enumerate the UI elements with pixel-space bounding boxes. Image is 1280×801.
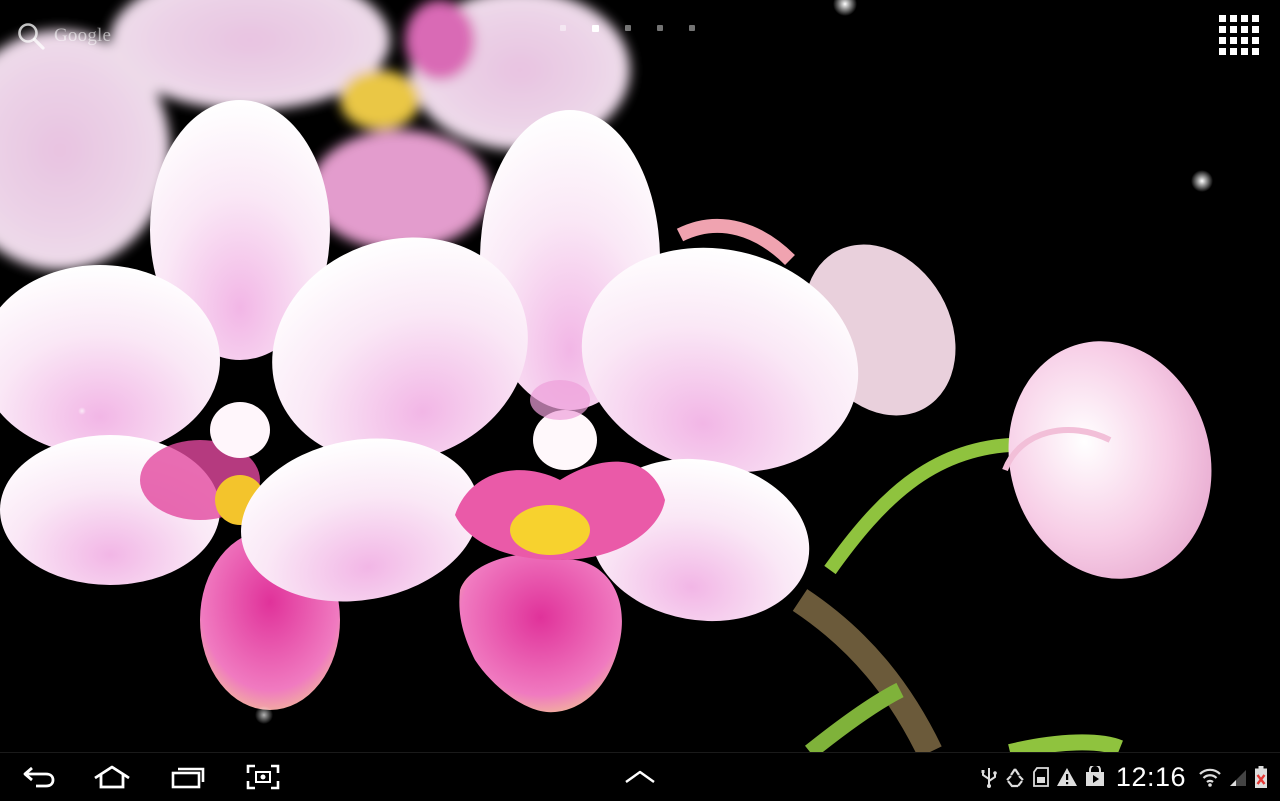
recycle-icon	[1006, 768, 1024, 788]
page-dot-5	[689, 25, 695, 31]
menu-up-button[interactable]	[618, 753, 662, 801]
search-icon	[18, 23, 45, 50]
home-icon	[94, 765, 130, 789]
warning-icon	[1056, 768, 1077, 786]
page-dot-2-active	[592, 24, 599, 32]
page-dot-4	[657, 25, 663, 31]
back-icon	[23, 766, 55, 788]
recent-apps-icon	[171, 767, 205, 789]
all-apps-grid-icon[interactable]	[1218, 14, 1262, 58]
orchid-wallpaper	[0, 0, 1280, 752]
sd-card-icon	[1033, 767, 1049, 787]
status-clock: 12:16	[1115, 761, 1186, 792]
signal-icon	[1230, 770, 1246, 786]
screenshot-icon	[246, 764, 280, 790]
page-dot-3	[625, 25, 631, 31]
recent-apps-button[interactable]	[166, 753, 210, 801]
back-button[interactable]	[16, 753, 62, 801]
home-button[interactable]	[90, 753, 134, 801]
usb-icon	[981, 768, 997, 788]
page-dot-1	[560, 25, 566, 31]
system-navigation-bar: 12:16	[0, 752, 1280, 801]
page-indicator	[560, 20, 720, 36]
play-store-icon	[1085, 766, 1104, 786]
chevron-up-icon	[625, 770, 655, 783]
google-search-bar[interactable]: Google	[16, 18, 111, 54]
battery-icon	[1255, 766, 1267, 788]
status-area[interactable]: 12:16	[980, 753, 1268, 801]
search-label: Google	[54, 25, 112, 46]
screenshot-button[interactable]	[242, 753, 284, 801]
wifi-icon	[1199, 768, 1221, 787]
